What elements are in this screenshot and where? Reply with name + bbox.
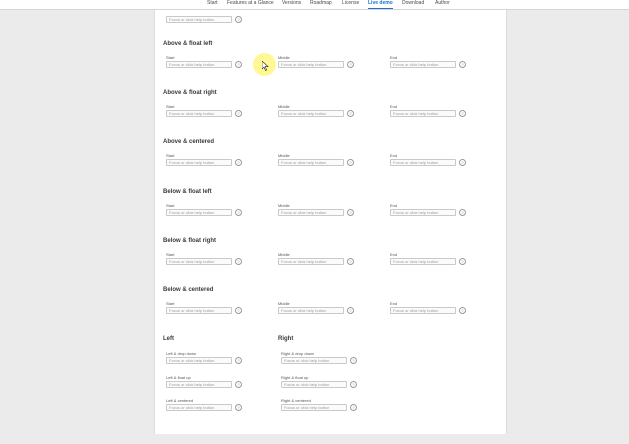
left-field-2-input[interactable]: Focus or click help button [166, 404, 232, 411]
nav-link-4[interactable]: License [342, 0, 359, 8]
right-field-1-input[interactable]: Focus or click help button [281, 380, 347, 388]
top-nav: Start Features at a Glance Versions Roadmap… [0, 0, 629, 10]
left-title: Left [163, 336, 174, 342]
section-1-end-input[interactable]: Focus or click help button [390, 110, 456, 117]
left-field-0-input[interactable]: Focus or click help button [166, 357, 232, 364]
help-icon[interactable]: ? [347, 159, 354, 166]
help-icon[interactable]: ? [235, 404, 242, 411]
section-4-end-label: End [390, 252, 398, 257]
section-0-middle-input[interactable]: Focus or click help button [278, 61, 344, 68]
section-2-middle-input[interactable]: Focus or click help button [278, 159, 344, 166]
section-4-end-input[interactable]: Focus or click help button [390, 258, 456, 265]
help-icon[interactable]: ? [235, 307, 242, 314]
section-3-start-label: Start [166, 203, 175, 208]
help-icon[interactable]: ? [459, 110, 466, 117]
right-field-2-label: Right & centered [281, 398, 311, 403]
nav-link-5[interactable]: Live demo [368, 0, 393, 9]
help-icon[interactable]: ? [347, 61, 354, 68]
section-0-start-label: Start [166, 55, 175, 60]
left-field-2-label: Left & centered [166, 398, 194, 403]
section-4-start-label: Start [166, 252, 175, 257]
help-icon[interactable]: ? [235, 258, 242, 265]
help-icon[interactable]: ? [347, 258, 354, 265]
section-4-middle-input[interactable]: Focus or click help button [278, 258, 344, 265]
section-5-end-input[interactable]: Focus or click help button [390, 307, 456, 314]
nav-link-7[interactable]: Author [435, 0, 450, 8]
help-icon[interactable]: ? [459, 61, 466, 68]
section-title-2: Above & centered [163, 139, 215, 145]
section-5-start-label: Start [166, 301, 175, 306]
left-field-1-label: Left & float up [166, 374, 191, 380]
left-field-1-input[interactable]: Focus or click help button [166, 380, 232, 388]
section-title-3: Below & float left [163, 189, 212, 195]
section-2-end-label: End [390, 153, 398, 158]
section-5-middle-label: Middle [278, 301, 290, 306]
section-3-middle-input[interactable]: Focus or click help button [278, 209, 344, 216]
nav-link-0[interactable]: Start [207, 0, 218, 8]
section-0-end-label: End [390, 55, 398, 60]
right-field-0-label: Right & drop down [281, 351, 314, 356]
section-1-end-label: End [390, 104, 398, 109]
section-title-5: Below & centered [163, 287, 214, 293]
section-2-middle-label: Middle [278, 153, 290, 158]
right-title: Right [278, 336, 294, 342]
top-field-input[interactable]: Focus or click help button [166, 16, 232, 23]
left-field-0-label: Left & drop down [166, 351, 197, 356]
section-0-end-input[interactable]: Focus or click help button [390, 61, 456, 68]
demo-panel [154, 10, 507, 434]
help-icon[interactable]: ? [350, 380, 357, 388]
section-5-end-label: End [390, 301, 398, 306]
section-0-middle-label: Middle [278, 55, 290, 60]
help-icon[interactable]: ? [459, 307, 466, 314]
help-icon[interactable]: ? [459, 159, 466, 166]
help-icon[interactable]: ? [235, 357, 242, 364]
section-2-end-input[interactable]: Focus or click help button [390, 159, 456, 166]
mouse-pointer-icon [262, 61, 269, 71]
section-4-middle-label: Middle [278, 252, 290, 257]
right-field-0-input[interactable]: Focus or click help button [281, 357, 347, 364]
section-2-start-label: Start [166, 153, 175, 158]
help-icon[interactable]: ? [347, 110, 354, 117]
section-3-start-input[interactable]: Focus or click help button [166, 209, 232, 216]
section-title-1: Above & float right [163, 90, 217, 96]
help-icon[interactable]: ? [459, 209, 466, 216]
nav-link-2[interactable]: Versions [282, 0, 301, 8]
section-1-middle-label: Middle [278, 104, 290, 109]
help-icon[interactable]: ? [235, 61, 242, 68]
section-4-start-input[interactable]: Focus or click help button [166, 258, 232, 265]
help-icon[interactable]: ? [347, 307, 354, 314]
nav-link-6[interactable]: Download [402, 0, 424, 8]
nav-link-3[interactable]: Roadmap [310, 0, 332, 8]
section-3-end-label: End [390, 203, 398, 208]
section-title-0: Above & float left [163, 41, 213, 47]
section-0-start-input[interactable]: Focus or click help button [166, 61, 232, 68]
help-icon[interactable]: ? [235, 16, 242, 23]
help-icon[interactable]: ? [235, 159, 242, 166]
section-1-start-label: Start [166, 104, 175, 109]
nav-link-1[interactable]: Features at a Glance [227, 0, 274, 8]
help-icon[interactable]: ? [235, 380, 242, 388]
section-2-start-input[interactable]: Focus or click help button [166, 159, 232, 166]
section-title-4: Below & float right [163, 238, 216, 244]
help-icon[interactable]: ? [350, 357, 357, 364]
section-1-start-input[interactable]: Focus or click help button [166, 110, 232, 117]
section-1-middle-input[interactable]: Focus or click help button [278, 110, 344, 117]
section-5-start-input[interactable]: Focus or click help button [166, 307, 232, 314]
help-icon[interactable]: ? [347, 209, 354, 216]
cursor-highlight [253, 53, 276, 76]
right-field-1-label: Right & float up [281, 374, 309, 380]
right-field-2-input[interactable]: Focus or click help button [281, 404, 347, 411]
section-3-end-input[interactable]: Focus or click help button [390, 209, 456, 216]
help-icon[interactable]: ? [235, 110, 242, 117]
help-icon[interactable]: ? [350, 404, 357, 411]
section-5-middle-input[interactable]: Focus or click help button [278, 307, 344, 314]
help-icon[interactable]: ? [235, 209, 242, 216]
help-icon[interactable]: ? [459, 258, 466, 265]
section-3-middle-label: Middle [278, 203, 290, 208]
